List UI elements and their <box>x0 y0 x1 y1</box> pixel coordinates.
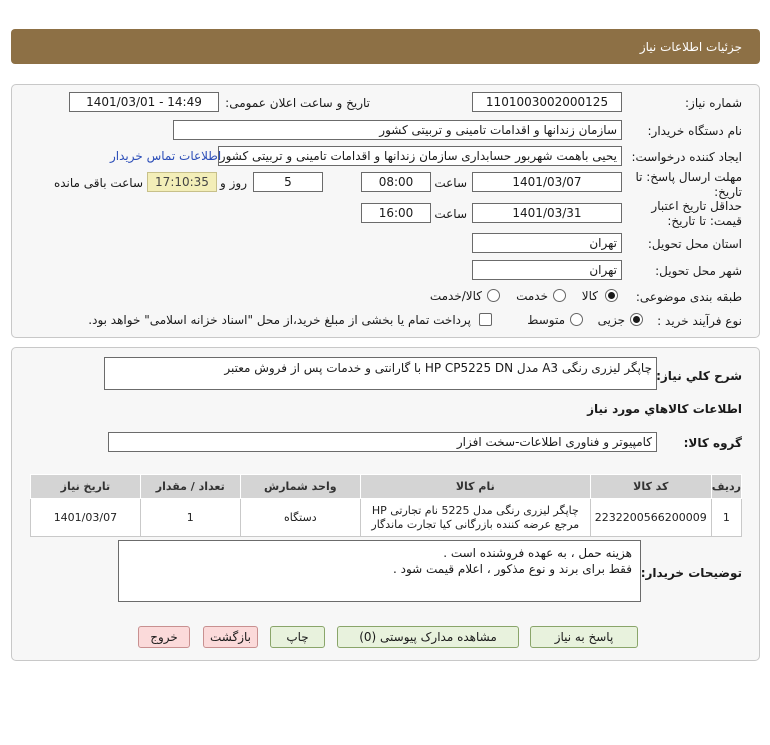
process-medium-label: متوسط <box>527 313 565 327</box>
page-title: جزئیات اطلاعات نیاز <box>639 40 742 54</box>
col-unit: واحد شمارش <box>239 474 361 499</box>
goods-group-field: کامپیوتر و فناوری اطلاعات-سخت افزار <box>108 432 657 452</box>
city-label: شهر محل تحویل: <box>655 264 742 278</box>
buyer-org-label: نام دستگاه خریدار: <box>647 124 743 138</box>
goods-section-title: اطلاعات کالاهاي مورد نياز <box>587 402 742 416</box>
summary-field: چاپگر لیزری رنگی A3 مدل HP CP5225 DN با … <box>104 357 657 390</box>
goods-table: ردیف کد کالا نام کالا واحد شمارش تعداد /… <box>30 474 743 537</box>
validity-time-field: 16:00 <box>361 203 431 223</box>
contact-buyer-link[interactable]: اطلاعات تماس خریدار <box>110 149 221 163</box>
deadline-time-field: 08:00 <box>361 172 431 192</box>
exit-button[interactable]: خروج <box>138 626 190 648</box>
cell-qty: 1 <box>139 498 241 537</box>
process-label: نوع فرآیند خرید : <box>657 314 742 328</box>
page-header: جزئیات اطلاعات نیاز <box>11 29 760 64</box>
validity-date-field: 1401/03/31 <box>472 203 622 223</box>
category-label: طبقه بندی موضوعی: <box>635 290 742 304</box>
print-button[interactable]: چاپ <box>270 626 325 648</box>
col-date: تاریخ نیاز <box>30 474 141 499</box>
treasury-payment-note: پرداخت تمام یا بخشی از مبلغ خرید،از محل … <box>88 313 471 327</box>
category-service-radio[interactable] <box>553 289 566 302</box>
creator-label: ایجاد کننده درخواست: <box>631 150 742 164</box>
category-goods-service-radio[interactable] <box>487 289 500 302</box>
treasury-payment-checkbox[interactable] <box>479 313 492 326</box>
creator-field: یحیی باهمت شهربور حسابداری سازمان زندانه… <box>218 146 622 166</box>
reply-button[interactable]: پاسخ به نیاز <box>530 626 638 648</box>
process-medium-radio[interactable] <box>570 313 583 326</box>
category-goods-label: کالا <box>581 289 598 303</box>
buyer-notes-line-2: فقط برای برند و نوع مذکور ، اعلام قیمت ش… <box>392 562 632 576</box>
deadline-date-field: 1401/03/07 <box>472 172 622 192</box>
deadline-label-2: تاریخ: <box>714 185 742 199</box>
buyer-org-field: سازمان زندانها و اقدامات تامینی و تربیتی… <box>173 120 622 140</box>
buyer-notes-field: هزینه حمل ، به عهده فروشنده است . فقط بر… <box>118 540 641 602</box>
province-field: تهران <box>472 233 622 253</box>
announce-field: 1401/03/01 - 14:49 <box>69 92 219 112</box>
back-button[interactable]: بازگشت <box>203 626 258 648</box>
col-name: نام کالا <box>359 474 591 499</box>
remaining-time-field: 17:10:35 <box>147 172 217 192</box>
buyer-notes-line-1: هزینه حمل ، به عهده فروشنده است . <box>443 546 632 560</box>
province-label: استان محل تحویل: <box>647 237 742 251</box>
validity-label: حداقل تاریخ اعتبار <box>651 199 742 213</box>
need-number-field: 1101003002000125 <box>472 92 622 112</box>
validity-time-label: ساعت <box>434 207 467 221</box>
cell-row: 1 <box>710 498 743 537</box>
process-minor-radio[interactable] <box>630 313 643 326</box>
process-minor-label: جزیی <box>597 313 625 327</box>
buyer-notes-label: توضیحات خریدار: <box>640 566 742 580</box>
announce-label: تاریخ و ساعت اعلان عمومی: <box>225 96 370 110</box>
table-row: 1 2232200566200009 چاپگر لیزری رنگی مدل … <box>30 498 743 537</box>
cell-unit: دستگاه <box>239 498 361 537</box>
validity-label-2: قیمت: تا تاریخ: <box>667 214 742 228</box>
deadline-label: مهلت ارسال پاسخ: تا <box>635 170 742 184</box>
category-service-label: خدمت <box>516 289 548 303</box>
cell-code: 2232200566200009 <box>589 498 712 537</box>
col-code: کد کالا <box>589 474 712 499</box>
remaining-label: ساعت باقی مانده <box>53 176 143 190</box>
need-number-label: شماره نیاز: <box>685 96 742 110</box>
col-row: ردیف <box>710 474 743 499</box>
deadline-time-label: ساعت <box>434 176 467 190</box>
city-field: تهران <box>472 260 622 280</box>
cell-name: چاپگر لیزری رنگی مدل 5225 نام تجارتی HP … <box>359 498 591 537</box>
goods-group-label: گروه کالا: <box>683 436 742 450</box>
attachments-button[interactable]: مشاهده مدارک پیوستی (0) <box>337 626 519 648</box>
days-field: 5 <box>253 172 323 192</box>
days-label: روز و <box>220 176 247 190</box>
category-goods-radio[interactable] <box>605 289 618 302</box>
cell-date: 1401/03/07 <box>30 498 141 537</box>
summary-label: شرح کلي نياز: <box>656 369 742 383</box>
category-goods-service-label: کالا/خدمت <box>429 289 482 303</box>
col-qty: تعداد / مقدار <box>139 474 241 499</box>
